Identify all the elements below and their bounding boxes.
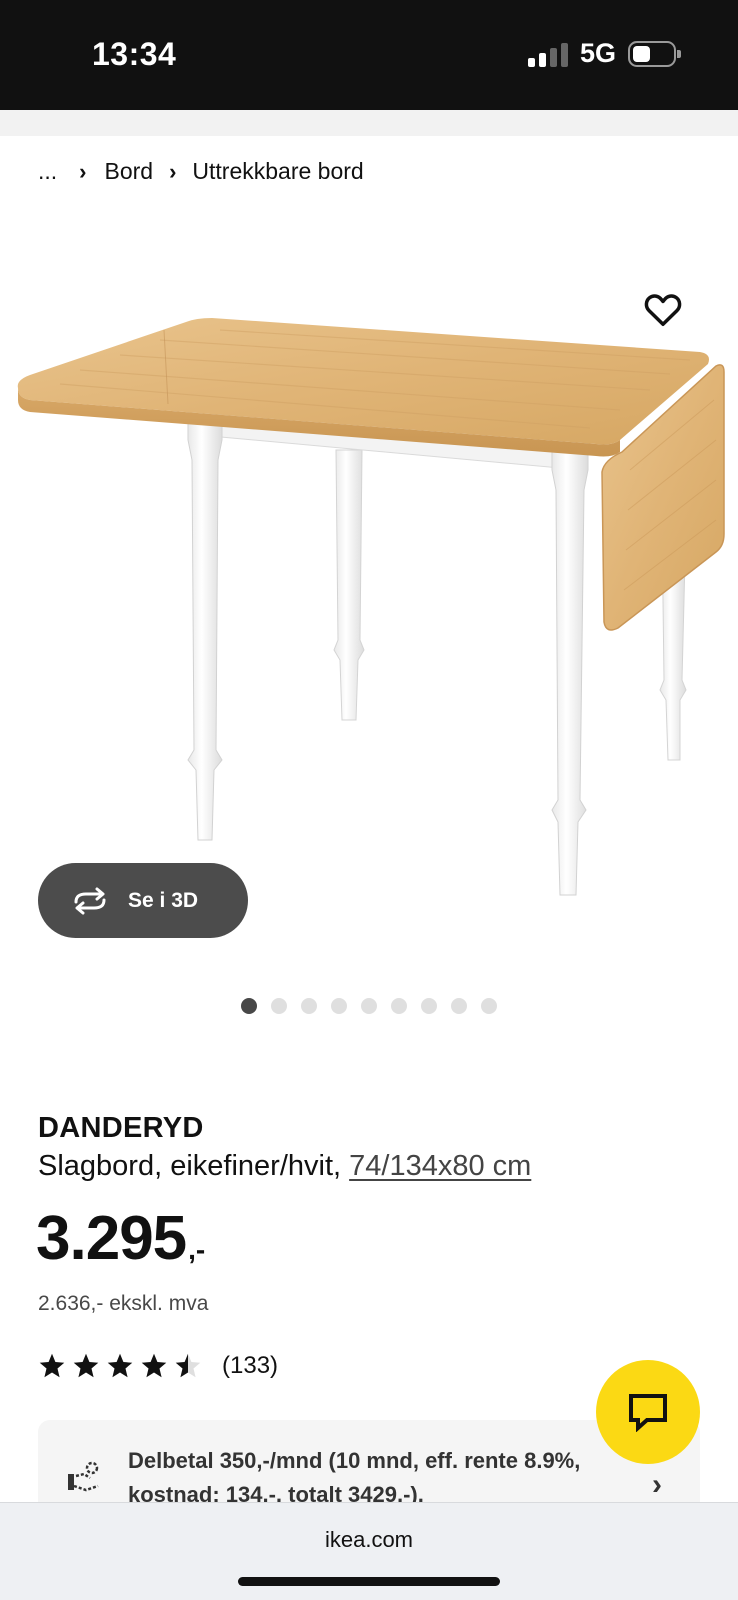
gallery-dot[interactable] (451, 998, 467, 1014)
status-bar: 13:34 5G (0, 0, 738, 110)
review-count: (133) (222, 1352, 279, 1379)
chevron-right-icon: › (169, 158, 177, 184)
chat-button[interactable] (596, 1360, 700, 1464)
breadcrumb-ellipsis[interactable]: ... (38, 158, 57, 185)
gallery-dot[interactable] (301, 998, 317, 1014)
header-strip (0, 110, 738, 136)
gallery-dot[interactable] (391, 998, 407, 1014)
star-full-icon (39, 1353, 65, 1378)
gallery-pagination (241, 998, 497, 1014)
home-indicator[interactable] (238, 1577, 500, 1586)
browser-url[interactable]: ikea.com (0, 1527, 738, 1553)
chat-icon (629, 1394, 667, 1432)
rating-stars (38, 1352, 202, 1380)
breadcrumb-item-uttrekkbare-bord[interactable]: Uttrekkbare bord (192, 158, 363, 185)
price-suffix: ,- (188, 1234, 206, 1265)
star-half-icon (175, 1353, 201, 1378)
network-label: 5G (579, 38, 616, 68)
gallery-dot[interactable] (271, 998, 287, 1014)
product-rating[interactable]: (133) (38, 1352, 278, 1380)
product-description: Slagbord, eikefiner/hvit, 74/134x80 cm (38, 1150, 531, 1183)
product-price: 3.295 ,- (36, 1208, 205, 1270)
breadcrumb: ... › Bord › Uttrekkbare bord (38, 158, 364, 185)
product-image[interactable] (0, 250, 738, 950)
star-full-icon (107, 1353, 133, 1378)
price-value: 3.295 (36, 1204, 187, 1273)
browser-bottom-bar: ikea.com (0, 1502, 738, 1600)
chevron-right-icon: › (79, 158, 87, 184)
star-full-icon (73, 1353, 99, 1378)
gallery-dot[interactable] (241, 998, 257, 1014)
status-icons: 5G (527, 38, 681, 69)
breadcrumb-item-bord[interactable]: Bord (105, 158, 154, 185)
product-size-link[interactable]: 74/134x80 cm (349, 1150, 531, 1182)
product-description-text: Slagbord, eikefiner/hvit, (38, 1150, 350, 1182)
product-name: DANDERYD (38, 1112, 204, 1144)
price-ex-vat: 2.636,- ekskl. mva (38, 1292, 209, 1315)
rotate-3d-icon (74, 887, 106, 914)
view-3d-label: Se i 3D (128, 888, 199, 912)
gallery-dot[interactable] (481, 998, 497, 1014)
gallery-dot[interactable] (361, 998, 377, 1014)
star-full-icon (141, 1353, 167, 1378)
view-3d-button[interactable]: Se i 3D (38, 863, 248, 938)
battery-icon (628, 40, 681, 67)
signal-icon (527, 41, 568, 67)
gallery-dot[interactable] (331, 998, 347, 1014)
status-time: 13:34 (92, 36, 177, 72)
installment-payment-icon (68, 1461, 99, 1492)
chevron-right-icon: › (652, 1468, 662, 1501)
heart-icon[interactable] (644, 292, 682, 328)
gallery-dot[interactable] (421, 998, 437, 1014)
